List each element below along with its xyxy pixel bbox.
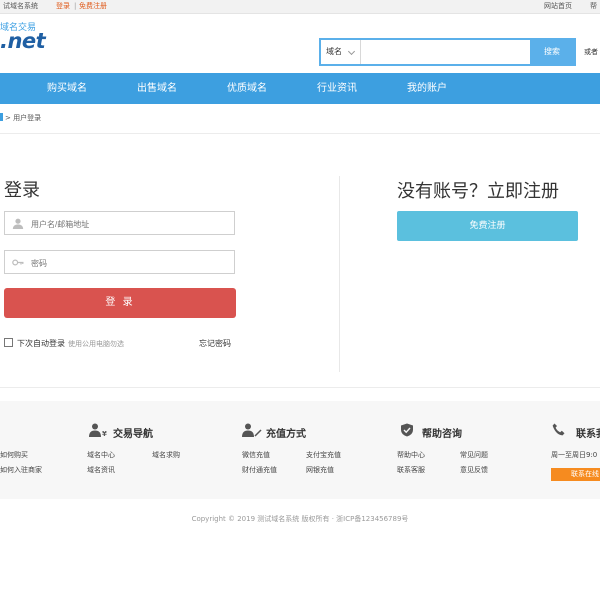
- contact-online-button[interactable]: 联系在线: [551, 468, 600, 481]
- forgot-password-link[interactable]: 忘记密码: [199, 338, 231, 349]
- top-login-link[interactable]: 登录: [56, 1, 70, 12]
- site-name: 试域名系统: [3, 2, 38, 10]
- footer-heading-help: 帮助咨询: [401, 423, 462, 440]
- nav-item-sell-domain[interactable]: 出售域名: [137, 73, 177, 104]
- remember-label[interactable]: 下次自动登录: [17, 339, 65, 348]
- copyright: Copyright © 2019 测试域名系统 版权所有 · 浙ICP备1234…: [191, 515, 409, 523]
- divider: [0, 387, 600, 388]
- footer-heading-contact: 联系我: [552, 423, 600, 440]
- search-type-select[interactable]: 域名: [321, 40, 361, 64]
- footer-heading-help-label: 帮助咨询: [422, 429, 462, 440]
- vertical-divider: [339, 176, 340, 372]
- nav-item-buy-domain[interactable]: 购买域名: [47, 73, 87, 104]
- footer-link[interactable]: 域名求购: [152, 450, 180, 460]
- username-field[interactable]: [4, 211, 235, 236]
- footer-heading-recharge: 充值方式: [242, 423, 306, 440]
- remember-me: 下次自动登录 使用公用电脑勿选: [4, 338, 124, 349]
- key-icon: [12, 259, 24, 266]
- footer-link[interactable]: 支付宝充值: [306, 450, 341, 460]
- search-button[interactable]: 搜索: [530, 40, 574, 64]
- footer-link[interactable]: 联系客服: [397, 465, 425, 475]
- footer-link[interactable]: 如何购买: [0, 450, 28, 460]
- logo[interactable]: .net: [0, 29, 46, 53]
- breadcrumb-separator: >: [5, 114, 11, 122]
- top-separator: |: [74, 2, 77, 10]
- footer-link[interactable]: 微信充值: [242, 450, 270, 460]
- main-nav: 购买域名 出售域名 优质域名 行业资讯 我的账户: [0, 73, 600, 104]
- contact-hours: 周一至周日9:0: [551, 451, 598, 459]
- footer-link[interactable]: 帮助中心: [397, 450, 425, 460]
- top-help-link[interactable]: 帮: [590, 1, 597, 12]
- free-register-button[interactable]: 免费注册: [397, 211, 578, 241]
- password-field[interactable]: [4, 250, 235, 275]
- shield-icon: [401, 423, 413, 437]
- svg-text:¥: ¥: [102, 430, 107, 437]
- nav-item-my-account[interactable]: 我的账户: [407, 73, 447, 104]
- remember-checkbox[interactable]: [4, 338, 13, 347]
- login-title: 登录: [4, 180, 40, 201]
- footer-heading-recharge-label: 充值方式: [266, 429, 306, 440]
- register-title: 没有账号？立即注册: [397, 181, 559, 202]
- footer-link[interactable]: 意见反馈: [460, 465, 488, 475]
- footer-link[interactable]: 常见问题: [460, 450, 488, 460]
- phone-icon: [552, 423, 565, 436]
- footer-heading-trade-label: 交易导航: [113, 429, 153, 440]
- top-register-link[interactable]: 免费注册: [79, 1, 107, 12]
- footer-link[interactable]: 域名资讯: [87, 465, 115, 475]
- nav-item-premium-domain[interactable]: 优质域名: [227, 73, 267, 104]
- nav-item-industry-news[interactable]: 行业资讯: [317, 73, 357, 104]
- user-yen-icon: ¥: [89, 423, 107, 437]
- user-icon: [12, 218, 24, 229]
- password-input[interactable]: [29, 251, 233, 275]
- home-icon[interactable]: [0, 113, 3, 121]
- user-edit-icon: [242, 423, 262, 437]
- chevron-down-icon: [347, 47, 356, 56]
- footer-heading-trade: ¥ 交易导航: [89, 423, 153, 440]
- footer-link[interactable]: 网银充值: [306, 465, 334, 475]
- divider: [0, 133, 600, 134]
- search-box: 域名 搜索: [319, 38, 576, 66]
- login-button[interactable]: 登 录: [4, 288, 236, 318]
- footer-link[interactable]: 财付通充值: [242, 465, 277, 475]
- top-home-link[interactable]: 网站首页: [544, 1, 572, 12]
- username-input[interactable]: [29, 212, 233, 236]
- search-input[interactable]: [362, 40, 532, 64]
- footer: 如何购买 如何入驻商家 ¥ 交易导航 域名中心 域名求购 域名资讯 充值方式 微…: [0, 401, 600, 499]
- footer-link[interactable]: 如何入驻商家: [0, 465, 42, 475]
- footer-heading-contact-label: 联系我: [576, 429, 600, 440]
- breadcrumb-current: 用户登录: [13, 114, 42, 122]
- footer-link[interactable]: 域名中心: [87, 450, 115, 460]
- search-type-value: 域名: [326, 47, 342, 56]
- or-text: 或者: [584, 48, 598, 56]
- top-bar: 试域名系统 登录 | 免费注册 网站首页 帮: [0, 0, 600, 14]
- remember-hint: 使用公用电脑勿选: [68, 340, 124, 348]
- breadcrumb: > 用户登录: [0, 113, 41, 123]
